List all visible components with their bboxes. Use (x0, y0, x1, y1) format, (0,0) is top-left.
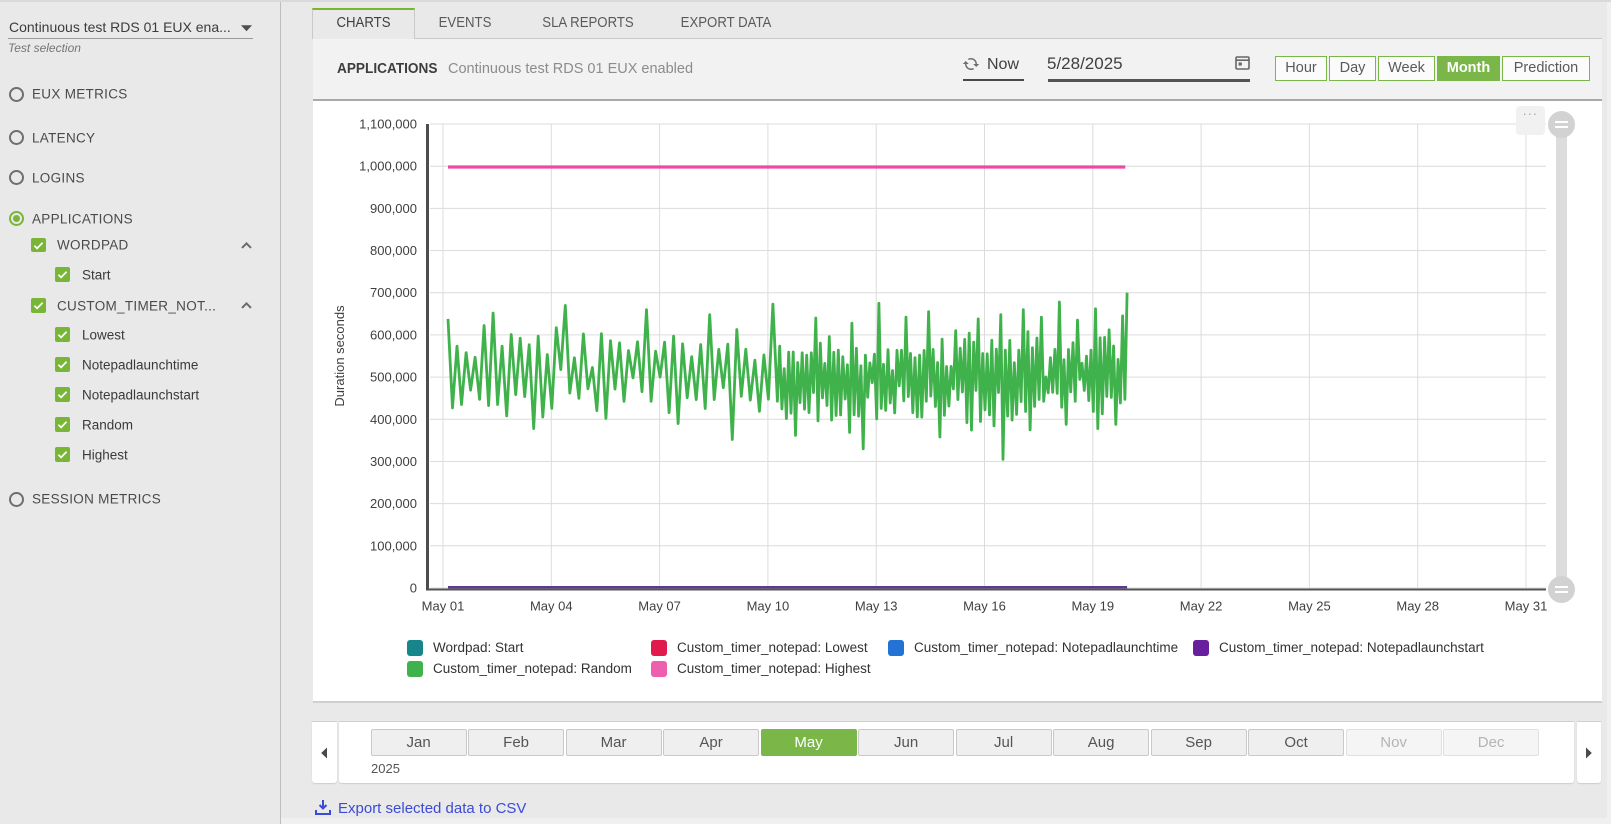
svg-text:May 25: May 25 (1288, 599, 1331, 614)
svg-text:May 13: May 13 (855, 599, 898, 614)
svg-text:May 10: May 10 (747, 599, 790, 614)
svg-text:0: 0 (410, 581, 417, 596)
svg-text:1,000,000: 1,000,000 (359, 159, 417, 174)
svg-text:200,000: 200,000 (370, 496, 417, 511)
svg-text:May 28: May 28 (1396, 599, 1439, 614)
svg-text:300,000: 300,000 (370, 454, 417, 469)
svg-text:600,000: 600,000 (370, 327, 417, 342)
svg-text:100,000: 100,000 (370, 538, 417, 553)
svg-text:500,000: 500,000 (370, 370, 417, 385)
svg-text:800,000: 800,000 (370, 243, 417, 258)
svg-text:Duration seconds: Duration seconds (332, 305, 347, 407)
svg-text:May 22: May 22 (1180, 599, 1223, 614)
svg-text:May 04: May 04 (530, 599, 573, 614)
svg-text:400,000: 400,000 (370, 412, 417, 427)
svg-text:May 31: May 31 (1505, 599, 1548, 614)
svg-text:700,000: 700,000 (370, 285, 417, 300)
svg-text:May 16: May 16 (963, 599, 1006, 614)
svg-text:May 19: May 19 (1071, 599, 1114, 614)
svg-text:1,100,000: 1,100,000 (359, 117, 417, 132)
svg-text:May 07: May 07 (638, 599, 681, 614)
svg-text:900,000: 900,000 (370, 201, 417, 216)
svg-text:May 01: May 01 (422, 599, 465, 614)
